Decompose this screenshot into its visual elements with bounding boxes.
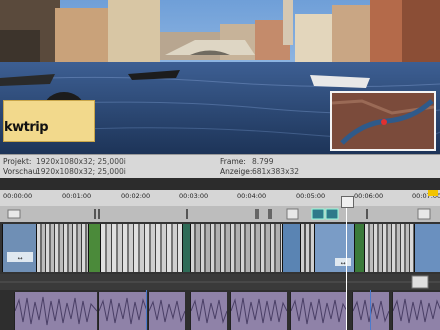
audio-clip[interactable] — [14, 292, 97, 330]
svg-text:↔: ↔ — [340, 260, 345, 267]
anzeige-label: Anzeige: — [220, 167, 253, 176]
audio-clip[interactable] — [148, 292, 185, 330]
ruler-tick: 00:01:00 — [62, 192, 92, 200]
video-clip[interactable] — [414, 224, 440, 272]
region-marker[interactable] — [325, 208, 339, 220]
map-overlay — [330, 91, 436, 151]
audio-clip[interactable] — [190, 292, 227, 330]
video-clip[interactable] — [364, 224, 415, 272]
ruler-tick: 00:02:00 — [121, 192, 151, 200]
video-track[interactable]: ↔ ↔ — [0, 222, 440, 274]
map-position-marker — [381, 119, 387, 125]
ruler-tick: 00:06:00 — [354, 192, 384, 200]
frame-label: Frame: — [220, 157, 246, 166]
ruler-tick: 00:04:00 — [237, 192, 267, 200]
video-clip[interactable] — [100, 224, 183, 272]
video-clip[interactable] — [36, 224, 89, 272]
audio-track[interactable] — [0, 290, 440, 330]
audio-clip[interactable] — [392, 292, 440, 330]
video-clip[interactable] — [190, 224, 283, 272]
track-divider — [0, 274, 440, 290]
audio-clip[interactable] — [230, 292, 287, 330]
anzeige-value: 681x383x32 — [252, 167, 300, 176]
edit-cursor — [146, 290, 147, 330]
loop-region-handle[interactable] — [428, 190, 438, 196]
frame-value: 8.799 — [252, 157, 274, 166]
vorschau-value: 1920x1080x32; 25,000i — [36, 167, 126, 176]
playhead-handle[interactable] — [341, 196, 354, 208]
video-clip[interactable] — [300, 224, 315, 272]
marker-icon[interactable] — [417, 208, 431, 220]
ruler-tick: 00:00:00 — [3, 192, 33, 200]
vorschau-label: Vorschau: — [3, 167, 40, 176]
preview-info-bar: Projekt: 1920x1080x32; 25,000i Vorschau:… — [0, 154, 440, 180]
region-marker[interactable] — [311, 208, 325, 220]
svg-text:↔: ↔ — [17, 255, 22, 262]
video-clip[interactable]: ↔ — [314, 224, 355, 272]
ruler-tick: 00:03:00 — [179, 192, 209, 200]
projekt-value: 1920x1080x32; 25,000i — [36, 157, 126, 166]
marker-icon[interactable] — [7, 209, 21, 219]
audio-clip[interactable] — [98, 292, 147, 330]
envelope-icon[interactable] — [411, 275, 429, 289]
audio-clip[interactable] — [290, 292, 347, 330]
time-ruler[interactable]: 00:00:00 00:01:00 00:02:00 00:03:00 00:0… — [0, 190, 440, 207]
ruler-tick: 00:05:00 — [296, 192, 326, 200]
video-clip[interactable] — [282, 224, 301, 272]
edit-cursor — [370, 290, 371, 330]
projekt-label: Projekt: — [3, 157, 32, 166]
marker-icon[interactable] — [286, 208, 299, 220]
playhead-line — [346, 196, 347, 330]
kwtrip-logo-text: kwtrip — [4, 120, 49, 135]
marker-bar[interactable] — [0, 206, 440, 223]
video-clip[interactable]: ↔ — [2, 224, 37, 272]
video-preview[interactable]: kwtrip — [0, 0, 440, 154]
